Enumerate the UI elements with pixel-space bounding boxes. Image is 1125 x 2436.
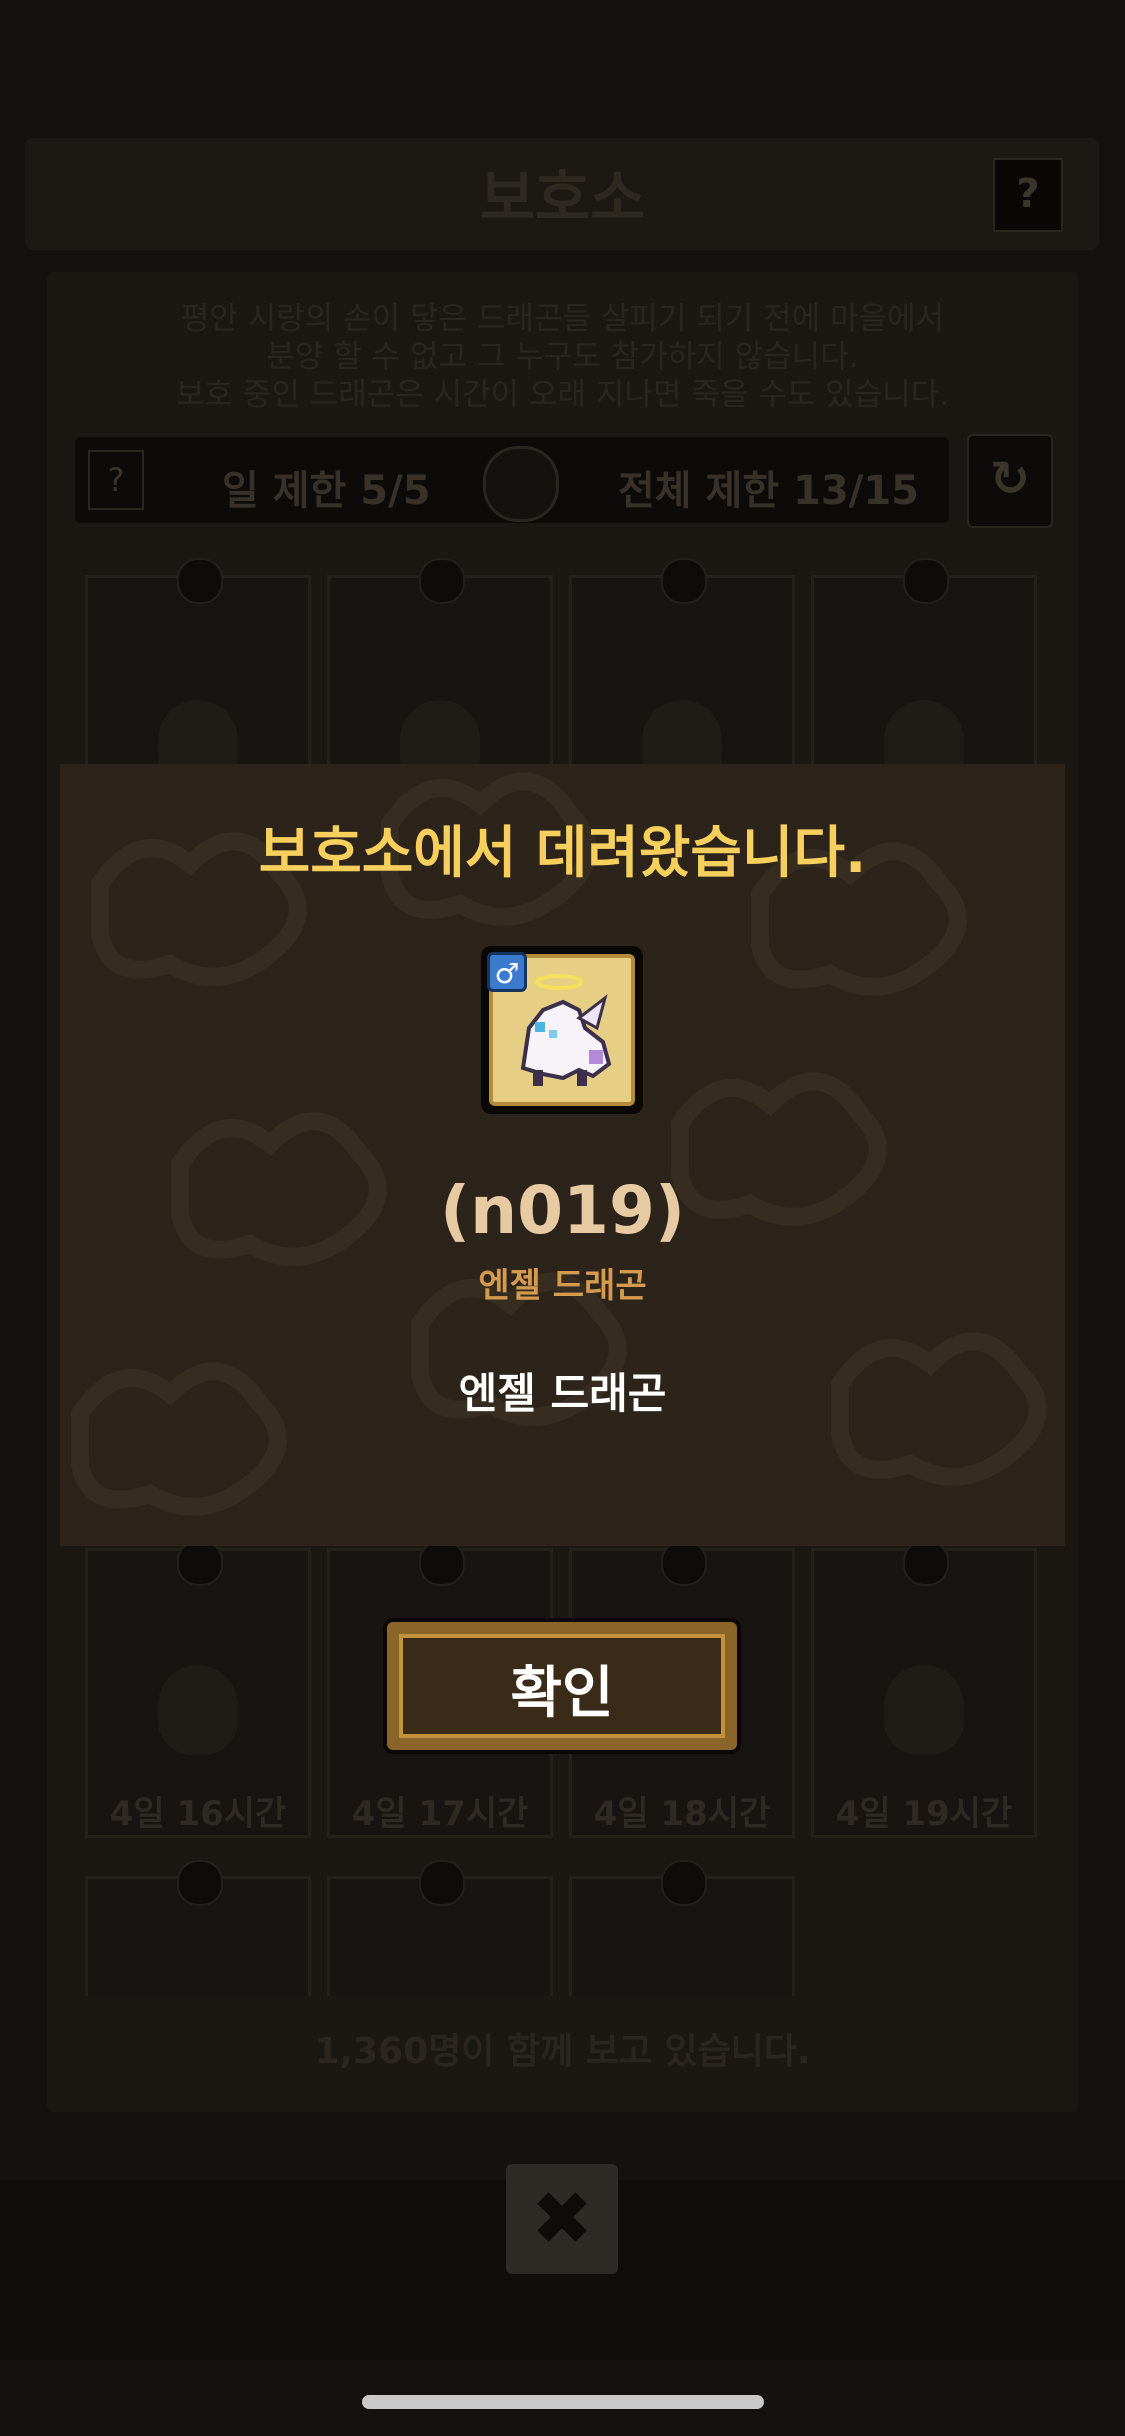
daily-limit-label: 일 제한 [222,468,347,514]
refresh-button[interactable]: ↻ [967,434,1053,528]
dragon-name: 엔젤 드래곤 [458,1369,667,1418]
watching-count: 1,360명이 함께 보고 있습니다. [314,2031,811,2072]
pin-icon [177,558,223,604]
pin-icon [661,558,707,604]
total-limit: 전체 제한 13/15 [618,458,919,516]
pin-icon [903,1540,949,1586]
close-button[interactable]: ✖ [506,2164,618,2274]
dragon-icon [158,1665,238,1755]
slot-timer: 4일 17시간 [351,1794,529,1834]
dragon-subname: 엔젤 드래곤 [478,1266,647,1306]
daily-limit-value: 5/5 [360,468,431,514]
refresh-icon: ↻ [989,451,1031,507]
total-limit-value: 13/15 [793,468,920,514]
slot-timer: 4일 18시간 [593,1794,771,1834]
pin-icon [419,1860,465,1906]
dragon-emblem-icon [483,446,559,522]
male-icon: ♂ [487,952,527,992]
shelter-notice: 평안 시랑의 손이 닿은 드래곤들 살피기 되기 전에 마을에서 분양 할 수 … [60,300,1065,414]
confirm-button-label: 확인 [510,1661,614,1726]
close-icon: ✖ [530,2176,593,2262]
pin-icon [661,1540,707,1586]
pin-icon [419,558,465,604]
dialog-title: 보호소에서 데려왔습니다. [258,821,867,886]
slot-timer: 4일 16시간 [109,1794,287,1834]
pin-icon [903,558,949,604]
pin-icon [177,1860,223,1906]
notice-line: 보호 중인 드래곤은 시간이 오래 지나면 죽을 수도 있습니다. [175,377,950,413]
pin-icon [661,1860,707,1906]
question-icon: ? [1016,171,1040,217]
question-icon: ? [107,461,125,499]
notice-line: 분양 할 수 없고 그 누구도 참가하지 않습니다. [266,339,859,375]
pin-icon [419,1540,465,1586]
slot-timer: 4일 19시간 [835,1794,1013,1834]
daily-limit: 일 제한 5/5 [222,458,431,516]
pin-icon [177,1540,223,1586]
page-title: 보호소 [479,164,646,234]
home-indicator[interactable] [362,2395,764,2409]
dragon-code: (n019) [439,1172,686,1249]
dragon-icon [884,1665,964,1755]
help-button[interactable]: ? [993,158,1063,232]
total-limit-label: 전체 제한 [618,468,780,514]
limit-help-button[interactable]: ? [88,450,144,510]
notice-line: 평안 시랑의 손이 닿은 드래곤들 살피기 되기 전에 마을에서 [180,301,945,337]
